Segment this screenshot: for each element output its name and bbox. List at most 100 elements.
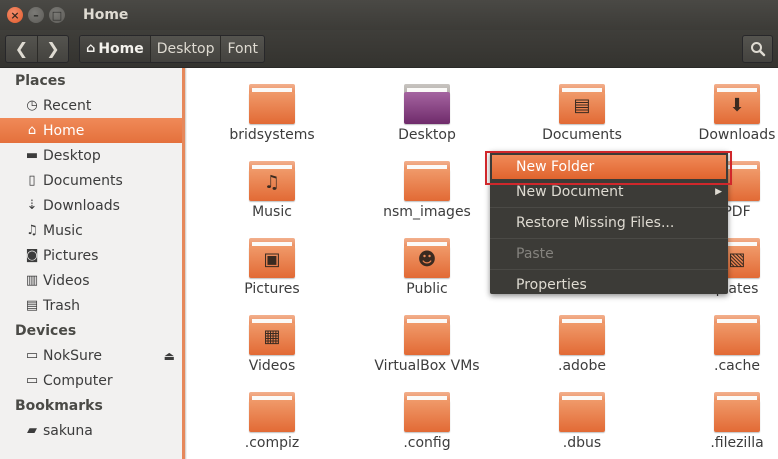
folder-label: .config <box>403 435 451 451</box>
folder-item[interactable]: .filezilla <box>662 376 778 451</box>
eject-icon[interactable]: ⏏ <box>164 349 175 363</box>
sidebar-scrollbar[interactable] <box>182 68 185 459</box>
sidebar-item-label: Pictures <box>43 247 99 264</box>
back-button[interactable]: ❮ <box>6 36 37 62</box>
breadcrumb-home[interactable]: ⌂ Home <box>80 35 150 62</box>
annotation-highlight-box <box>485 151 732 185</box>
sidebar-item-trash[interactable]: ▤ Trash <box>0 293 185 318</box>
download-icon: ⇣ <box>26 198 38 213</box>
maximize-window-button[interactable]: □ <box>49 7 65 23</box>
sidebar-item-label: Downloads <box>43 197 120 214</box>
submenu-arrow-icon: ▶ <box>715 187 722 197</box>
sidebar-item-home[interactable]: ⌂ Home <box>0 118 182 143</box>
folder-item[interactable]: .config <box>352 376 502 451</box>
nav-buttons: ❮ ❯ <box>5 34 69 63</box>
sidebar: Places ◷ Recent ⌂ Home ▬ Desktop ▯ Documents… <box>0 68 186 459</box>
folder-item[interactable]: ⬇ Downloads <box>662 68 778 143</box>
sidebar-item-label: Desktop <box>43 147 101 164</box>
folder-label: Pictures <box>244 281 300 297</box>
folder-item[interactable]: .compiz <box>197 376 347 451</box>
folder-item[interactable]: bridsystems <box>197 68 347 143</box>
sidebar-item-recent[interactable]: ◷ Recent <box>0 93 185 118</box>
sidebar-item-label: Music <box>43 222 83 239</box>
folder-item[interactable]: .adobe <box>507 299 657 374</box>
document-icon: ▯ <box>28 173 36 188</box>
home-icon: ⌂ <box>27 123 37 138</box>
menu-item-label: Paste <box>516 246 554 262</box>
folder-item[interactable]: ▤ Documents <box>507 68 657 143</box>
section-devices: Devices <box>15 322 77 339</box>
sidebar-item-desktop[interactable]: ▬ Desktop <box>0 143 185 168</box>
title-bar: × – □ Home <box>0 0 778 30</box>
menu-separator <box>490 207 728 208</box>
section-places: Places <box>15 72 66 89</box>
menu-item-paste: Paste <box>490 241 728 267</box>
video-folder-icon: ▦ <box>249 315 295 355</box>
sidebar-item-videos[interactable]: ▥ Videos <box>0 268 185 293</box>
sidebar-item-label: Home <box>43 122 85 139</box>
folder-label: .cache <box>714 358 760 374</box>
menu-item-label: Properties <box>516 277 587 293</box>
sidebar-item-label: NokSure <box>43 347 102 364</box>
close-window-button[interactable]: × <box>7 7 23 23</box>
section-bookmarks: Bookmarks <box>15 397 103 414</box>
folder-item[interactable]: ▦ Videos <box>197 299 347 374</box>
folder-icon <box>249 84 295 124</box>
sidebar-item-sakuna[interactable]: ▰ sakuna <box>0 418 185 443</box>
desktop-icon: ▬ <box>25 148 39 163</box>
sidebar-item-label: Documents <box>43 172 123 189</box>
clock-icon: ◷ <box>26 98 38 113</box>
folder-item[interactable]: nsm_images <box>352 145 502 220</box>
sidebar-item-label: Computer <box>43 372 113 389</box>
folder-icon <box>714 392 760 432</box>
breadcrumb-font[interactable]: Font <box>220 35 263 62</box>
breadcrumb: ⌂ Home Desktop Font <box>79 34 265 63</box>
sidebar-item-documents[interactable]: ▯ Documents <box>0 168 185 193</box>
folder-icon <box>249 392 295 432</box>
breadcrumb-desktop[interactable]: Desktop <box>149 35 221 62</box>
menu-item-restore-missing-files[interactable]: Restore Missing Files... <box>490 210 728 236</box>
sidebar-item-label: Trash <box>43 297 80 314</box>
sidebar-item-pictures[interactable]: ◙ Pictures <box>0 243 185 268</box>
menu-item-label: Restore Missing Files... <box>516 215 675 231</box>
folder-item[interactable]: .dbus <box>507 376 657 451</box>
search-button[interactable] <box>742 35 773 63</box>
window-title: Home <box>83 7 129 23</box>
music-icon: ♫ <box>26 223 38 238</box>
folder-label: Videos <box>248 358 296 374</box>
folder-icon <box>404 315 450 355</box>
breadcrumb-label: Desktop <box>156 40 215 57</box>
folder-item[interactable]: ♫ Music <box>197 145 347 220</box>
folder-icon <box>714 315 760 355</box>
folder-label: .compiz <box>244 435 300 451</box>
folder-item[interactable]: ▣ Pictures <box>197 222 347 297</box>
sidebar-item-label: sakuna <box>43 422 93 439</box>
camera-icon: ◙ <box>25 248 39 263</box>
folder-item[interactable]: VirtualBox VMs <box>352 299 502 374</box>
folder-icon <box>404 392 450 432</box>
menu-item-properties[interactable]: Properties <box>490 272 728 298</box>
folder-item[interactable]: .cache <box>662 299 778 374</box>
trash-icon: ▤ <box>25 298 39 313</box>
forward-button[interactable]: ❯ <box>37 35 68 62</box>
sidebar-item-music[interactable]: ♫ Music <box>0 218 185 243</box>
folder-icon: ▰ <box>27 423 37 438</box>
menu-separator <box>490 269 728 270</box>
menu-item-label: New Document <box>516 184 624 200</box>
sidebar-item-downloads[interactable]: ⇣ Downloads <box>0 193 185 218</box>
video-icon: ▥ <box>25 273 39 288</box>
folder-item[interactable]: Desktop <box>352 68 502 143</box>
sidebar-item-label: Videos <box>43 272 90 289</box>
toolbar: ❮ ❯ ⌂ Home Desktop Font <box>0 30 778 68</box>
computer-icon: ▭ <box>25 373 39 388</box>
picture-folder-icon: ▣ <box>249 238 295 278</box>
sidebar-item-noksure[interactable]: ▭ NokSure ⏏ <box>0 343 185 368</box>
folder-item[interactable]: ☻ Public <box>352 222 502 297</box>
folder-label: Documents <box>542 127 622 143</box>
person-folder-icon: ☻ <box>404 238 450 278</box>
menu-separator <box>490 238 728 239</box>
sidebar-item-computer[interactable]: ▭ Computer <box>0 368 185 393</box>
folder-label: Music <box>252 204 292 220</box>
minimize-window-button[interactable]: – <box>28 7 44 23</box>
folder-icon <box>559 315 605 355</box>
